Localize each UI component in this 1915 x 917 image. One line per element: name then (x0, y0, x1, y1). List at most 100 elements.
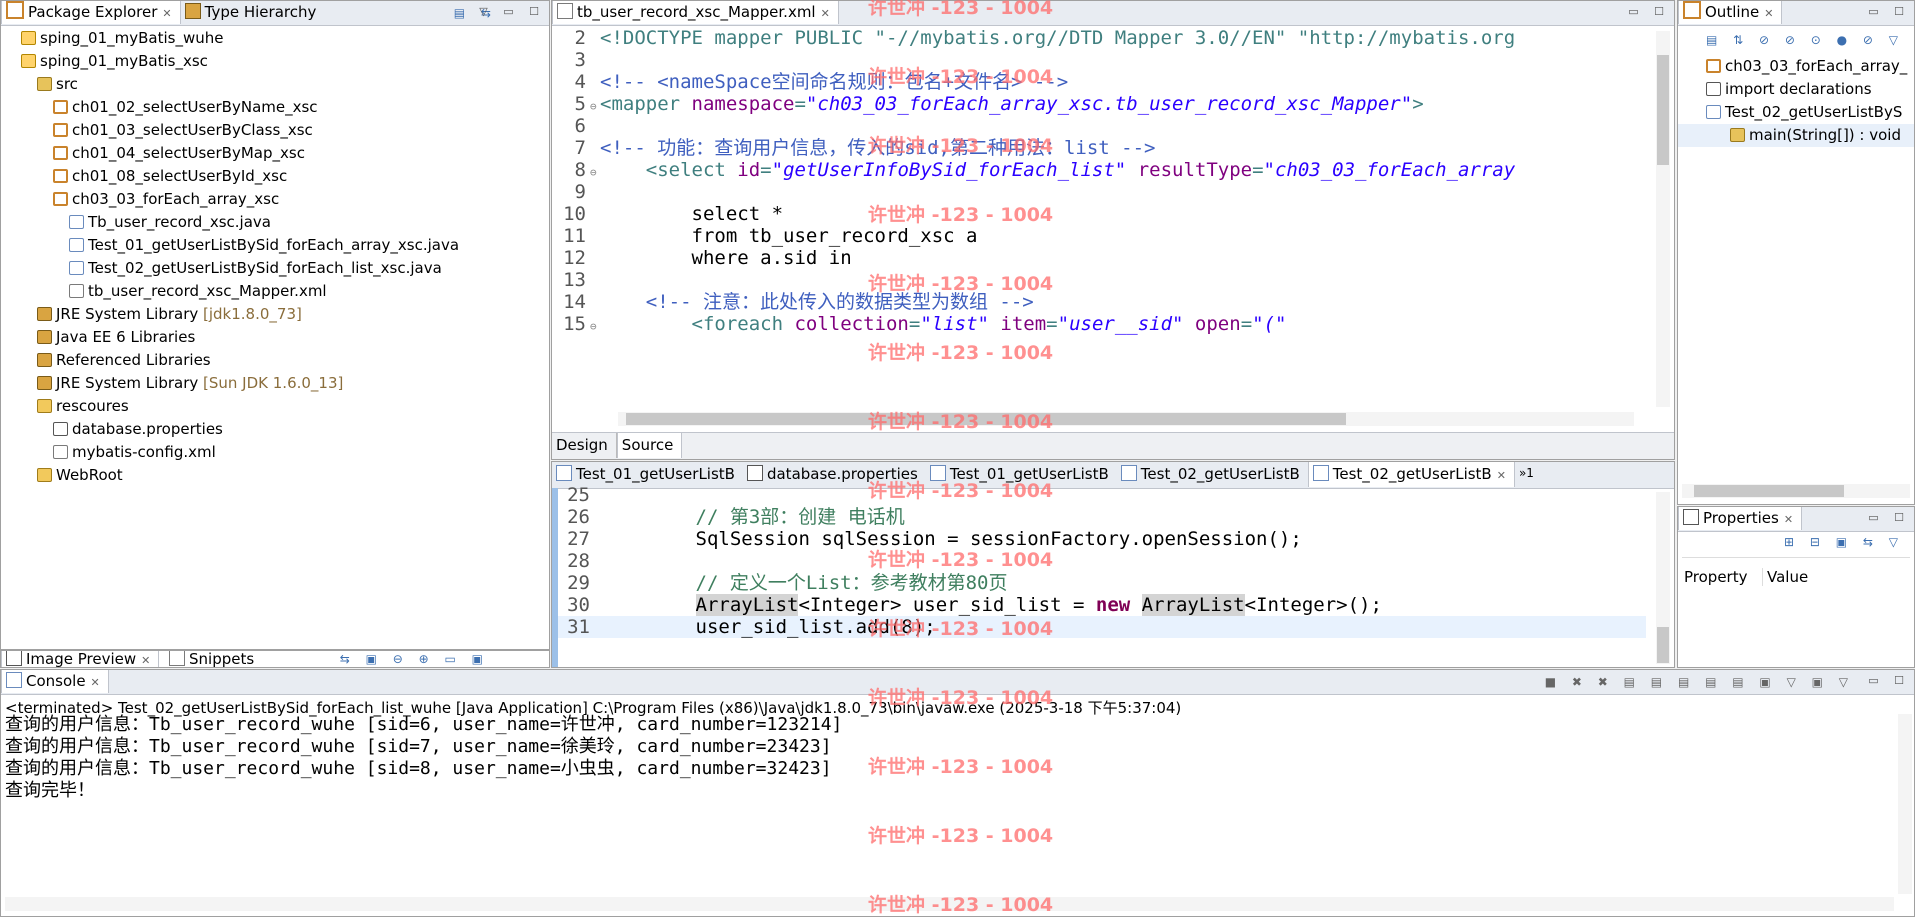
code-line[interactable]: 28 (556, 550, 1646, 572)
outline-view: Outline ✕ ▭ ☐ ▤ ⇅ ⊘ ⊘ ⊙ ● ⊘ ▽ ch03_03_for… (1677, 0, 1915, 505)
xml-vertical-scrollbar[interactable] (1656, 31, 1670, 407)
close-icon[interactable]: ✕ (91, 676, 100, 689)
close-icon[interactable]: ✕ (1497, 469, 1506, 482)
properties-minimize-maximize[interactable]: ▭ ☐ (1868, 511, 1910, 524)
xml-horizontal-scrollbar[interactable] (618, 412, 1634, 426)
tree-item[interactable]: rescoures (1, 395, 549, 418)
code-line[interactable]: 10 select * (552, 203, 1646, 225)
tree-item-label: sping_01_myBatis_xsc (40, 52, 208, 70)
tree-item[interactable]: sping_01_myBatis_xsc (1, 50, 549, 73)
code-line[interactable]: 13 (552, 269, 1646, 291)
code-line[interactable]: 15 ⊖ <foreach collection="list" item="use… (552, 313, 1646, 335)
tree-item[interactable]: ch03_03_forEach_array_xsc (1, 188, 549, 211)
view-menu-minimize-maximize[interactable]: ▽ ▭ ☐ (479, 5, 545, 18)
code-line[interactable]: 29 // 定义一个List：参考教材第80页 (556, 572, 1646, 594)
tab-snippets[interactable]: Snippets (165, 651, 262, 667)
tree-item[interactable]: Java EE 6 Libraries (1, 326, 549, 349)
close-icon[interactable]: ✕ (1764, 7, 1773, 20)
column-value[interactable]: Value (1762, 568, 1808, 586)
code-line[interactable]: 25 (556, 484, 1646, 506)
tree-item[interactable]: ch01_04_selectUserByMap_xsc (1, 142, 549, 165)
code-line[interactable]: 4 <!-- <nameSpace空间命名规则：包名+文件名> --> (552, 71, 1646, 93)
xml-source-text[interactable]: 2 <!DOCTYPE mapper PUBLIC "-//mybatis.org… (552, 27, 1646, 409)
tree-item[interactable]: sping_01_myBatis_wuhe (1, 27, 549, 50)
console-vertical-scrollbar[interactable] (1898, 714, 1912, 894)
package-explorer-tree[interactable]: sping_01_myBatis_wuhe sping_01_myBatis_xs… (1, 27, 549, 649)
code-token: <!-- <nameSpace空间命名规则：包名+文件名> --> (600, 71, 1069, 93)
outline-toolbar[interactable]: ▤ ⇅ ⊘ ⊘ ⊙ ● ⊘ ▽ (1706, 33, 1904, 47)
tree-item[interactable]: Test_01_getUserListBySid_forEach_array_x… (1, 234, 549, 257)
code-line[interactable]: 9 (552, 181, 1646, 203)
tab-package-explorer[interactable]: Package Explorer ✕ (1, 1, 181, 24)
code-line[interactable]: 30 ArrayList<Integer> user_sid_list = ne… (556, 594, 1646, 616)
code-line[interactable]: 27 SqlSession sqlSession = sessionFactor… (556, 528, 1646, 550)
scroll-thumb[interactable] (1657, 55, 1669, 165)
outline-tree[interactable]: ch03_03_forEach_array_ import declaration… (1678, 55, 1914, 504)
tab-image-preview[interactable]: Image Preview ✕ (1, 651, 160, 667)
tab-design[interactable]: Design (552, 433, 617, 458)
console-horizontal-scrollbar[interactable] (5, 897, 1894, 911)
image-preview-toolbar[interactable]: ⇆ ▣ ⊖ ⊕ ▭ ▣ (340, 652, 489, 666)
code-line[interactable]: 3 (552, 49, 1646, 71)
tab-mapper-xml[interactable]: tb_user_record_xsc_Mapper.xml ✕ (552, 1, 839, 24)
code-line[interactable]: 8 ⊖ <select id="getUserInfoBySid_forEach_… (552, 159, 1646, 181)
code-line[interactable]: 14 <!-- 注意：此处传入的数据类型为数组 --> (552, 291, 1646, 313)
tree-item[interactable]: ch01_08_selectUserById_xsc (1, 165, 549, 188)
close-icon[interactable]: ✕ (141, 654, 150, 667)
tree-item[interactable]: tb_user_record_xsc_Mapper.xml (1, 280, 549, 303)
editor-minimize-maximize[interactable]: ▭ ☐ (1628, 5, 1670, 18)
tree-item[interactable]: mybatis-config.xml (1, 441, 549, 464)
outline-item[interactable]: ch03_03_forEach_array_ (1678, 55, 1914, 78)
code-line[interactable]: 5 ⊖ <mapper namespace="ch03_03_forEach_arr… (552, 93, 1646, 115)
close-icon[interactable]: ✕ (821, 7, 830, 20)
tree-item[interactable]: Test_02_getUserListBySid_forEach_list_xs… (1, 257, 549, 280)
code-token: user_sid_list.add(8); (604, 616, 936, 638)
outline-item[interactable]: main(String[]) : void (1678, 124, 1914, 147)
image-preview-view: Image Preview ✕ Snippets ⇆ ▣ ⊖ ⊕ ▭ ▣ (0, 650, 550, 668)
tree-item[interactable]: database.properties (1, 418, 549, 441)
scroll-thumb[interactable] (1694, 485, 1844, 497)
tab-console[interactable]: Console ✕ (1, 670, 109, 693)
code-line[interactable]: 11 from tb_user_record_xsc a (552, 225, 1646, 247)
java-source-text[interactable]: 25 26 // 第3部：创建 电话机 27 SqlSession sqlSessi… (556, 484, 1646, 667)
tree-item[interactable]: ch01_02_selectUserByName_xsc (1, 96, 549, 119)
code-line[interactable]: 31 user_sid_list.add(8); (556, 616, 1646, 638)
outline-minimize-maximize[interactable]: ▭ ☐ (1868, 5, 1910, 18)
code-token: open (1194, 313, 1241, 335)
console-output[interactable]: 查询的用户信息：Tb_user_record_wuhe [sid=6, user… (5, 714, 1894, 802)
tab-outline[interactable]: Outline ✕ (1678, 1, 1783, 24)
code-token: "(" (1252, 313, 1287, 335)
fold-marker[interactable]: ⊖ (590, 316, 600, 338)
code-line[interactable]: 7 <!-- 功能：查询用户信息，传入的sid,第二种用法：list --> (552, 137, 1646, 159)
tree-item-label: ch01_02_selectUserByName_xsc (72, 98, 318, 116)
tree-item[interactable]: JRE System Library [jdk1.8.0_73] (1, 303, 549, 326)
tree-item[interactable]: WebRoot (1, 464, 549, 487)
java-file-icon (69, 215, 84, 229)
code-line[interactable]: 12 where a.sid in (552, 247, 1646, 269)
outline-horizontal-scrollbar[interactable] (1682, 484, 1910, 498)
scroll-thumb[interactable] (626, 413, 1346, 425)
properties-toolbar[interactable]: ⊞ ⊟ ▣ ⇆ ▽ (1784, 535, 1904, 549)
tree-item[interactable]: Tb_user_record_xsc.java (1, 211, 549, 234)
tree-item[interactable]: Referenced Libraries (1, 349, 549, 372)
code-line[interactable]: 2 <!DOCTYPE mapper PUBLIC "-//mybatis.org… (552, 27, 1646, 49)
tab-overflow[interactable]: »1 (1515, 462, 1542, 485)
code-line[interactable]: 6 (552, 115, 1646, 137)
column-property[interactable]: Property (1684, 568, 1747, 586)
tree-item-label: ch01_03_selectUserByClass_xsc (72, 121, 313, 139)
tab-properties[interactable]: Properties ✕ (1678, 507, 1803, 530)
tree-item[interactable]: src (1, 73, 549, 96)
close-icon[interactable]: ✕ (1784, 513, 1793, 526)
code-line[interactable]: 26 // 第3部：创建 电话机 (556, 506, 1646, 528)
tree-item[interactable]: JRE System Library [Sun JDK 1.6.0_13] (1, 372, 549, 395)
close-icon[interactable]: ✕ (162, 7, 171, 20)
outline-item[interactable]: import declarations (1678, 78, 1914, 101)
scroll-thumb[interactable] (1657, 627, 1669, 663)
console-minimize-maximize[interactable]: ▭ ☐ (1868, 674, 1910, 687)
tab-type-hierarchy[interactable]: Type Hierarchy (181, 1, 325, 24)
tree-item[interactable]: ch01_03_selectUserByClass_xsc (1, 119, 549, 142)
outline-item[interactable]: Test_02_getUserListByS (1678, 101, 1914, 124)
tab-source[interactable]: Source (616, 433, 683, 458)
console-toolbar[interactable]: ■ ✖ ✖ ▤ ▤ ▤ ▤ ▤ ▣ ▽ ▣ ▽ (1545, 675, 1854, 689)
java-vertical-scrollbar[interactable] (1656, 492, 1670, 664)
